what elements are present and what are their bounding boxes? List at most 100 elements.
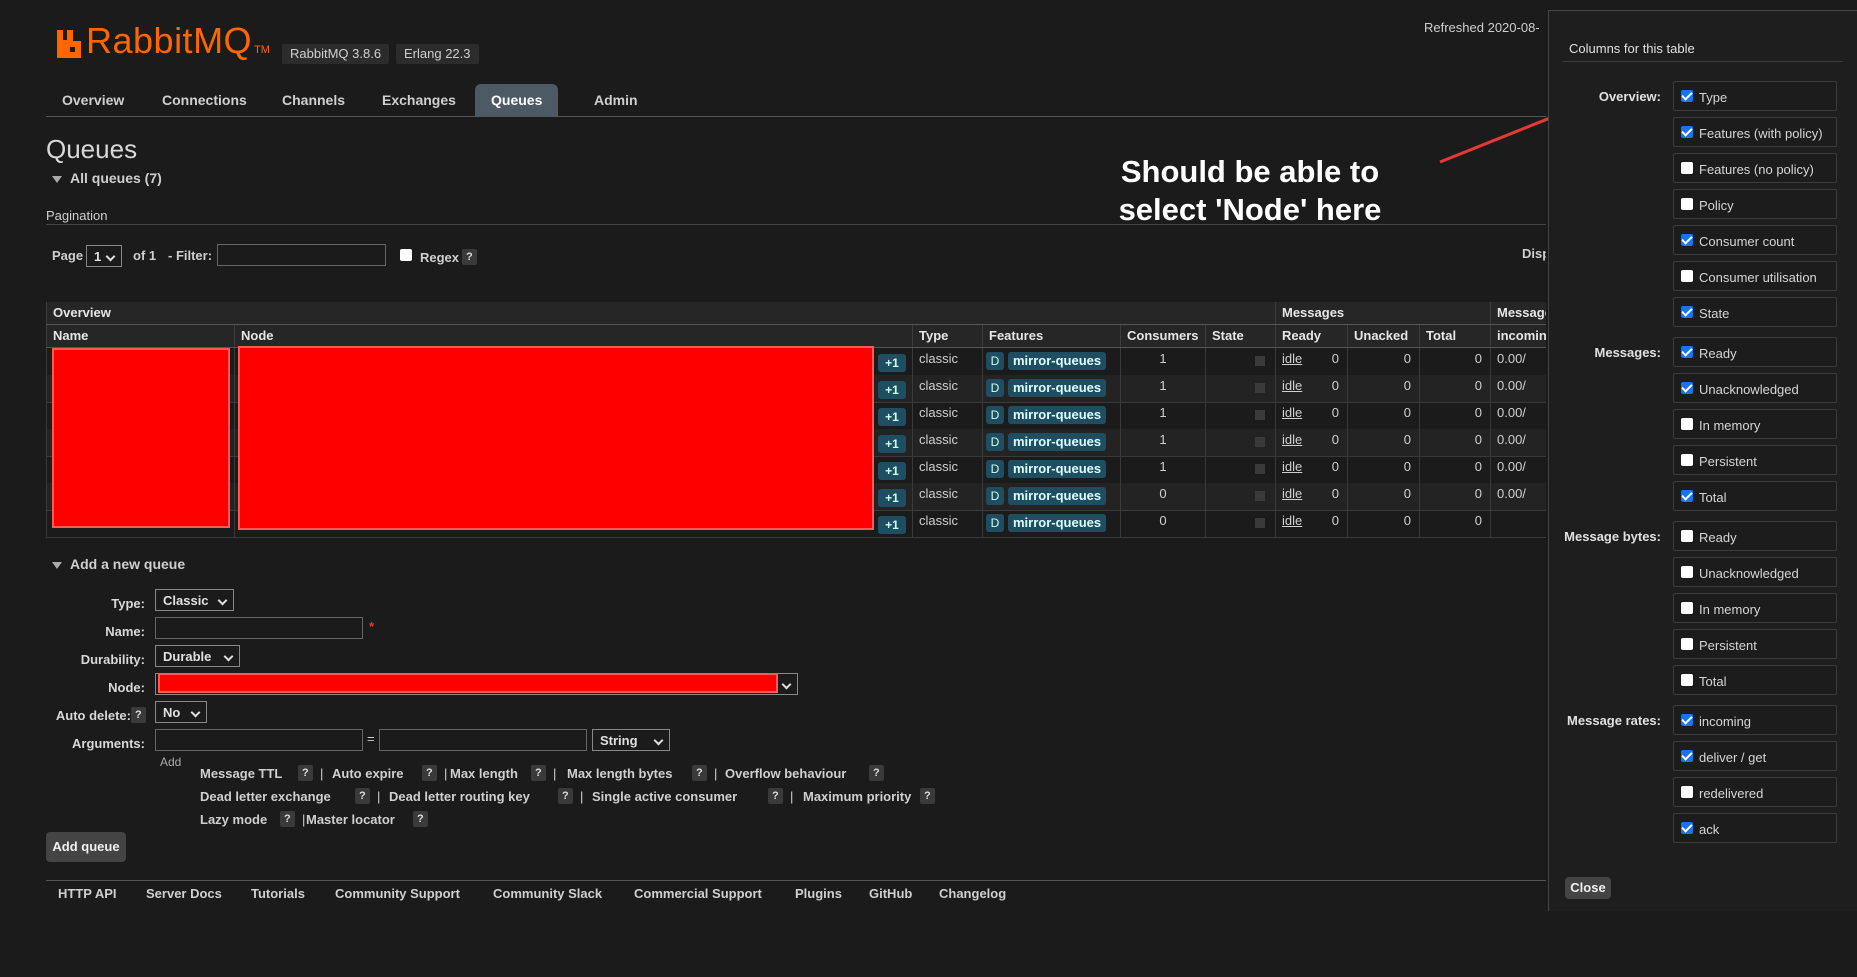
- auto-delete-select[interactable]: No: [155, 701, 207, 723]
- column-option[interactable]: Consumer count: [1673, 225, 1837, 255]
- mirror-count-badge[interactable]: +1: [878, 381, 906, 399]
- argument-type-select[interactable]: String: [592, 729, 670, 751]
- column-option[interactable]: Total: [1673, 481, 1837, 511]
- durability-select[interactable]: Durable: [155, 645, 240, 667]
- column-checkbox[interactable]: [1681, 234, 1693, 246]
- column-checkbox[interactable]: [1681, 418, 1693, 430]
- policy-badge[interactable]: mirror-queues: [1008, 433, 1107, 451]
- add-queue-button[interactable]: Add queue: [46, 832, 126, 862]
- column-checkbox[interactable]: [1681, 674, 1693, 686]
- argument-help-icon[interactable]: ?: [298, 765, 313, 781]
- tab-connections[interactable]: Connections: [146, 84, 263, 116]
- column-checkbox[interactable]: [1681, 198, 1693, 210]
- footer-link[interactable]: Plugins: [795, 886, 842, 901]
- col-type[interactable]: Type: [912, 325, 982, 347]
- col-unacked[interactable]: Unacked: [1347, 325, 1419, 347]
- column-checkbox[interactable]: [1681, 750, 1693, 762]
- argument-hint-link[interactable]: Auto expire: [332, 766, 404, 781]
- argument-help-icon[interactable]: ?: [768, 788, 783, 804]
- argument-hint-link[interactable]: Overflow behaviour: [725, 766, 846, 781]
- column-option[interactable]: In memory: [1673, 593, 1837, 623]
- queue-type-select[interactable]: Classic: [155, 589, 234, 611]
- footer-link[interactable]: Community Support: [335, 886, 460, 901]
- column-checkbox[interactable]: [1681, 530, 1693, 542]
- column-checkbox[interactable]: [1681, 822, 1693, 834]
- col-node[interactable]: Node: [234, 325, 912, 347]
- argument-help-icon[interactable]: ?: [692, 765, 707, 781]
- column-option[interactable]: Unacknowledged: [1673, 557, 1837, 587]
- col-total[interactable]: Total: [1419, 325, 1490, 347]
- column-checkbox[interactable]: [1681, 270, 1693, 282]
- policy-badge[interactable]: mirror-queues: [1008, 379, 1107, 397]
- column-option[interactable]: Persistent: [1673, 629, 1837, 659]
- policy-badge[interactable]: mirror-queues: [1008, 514, 1107, 532]
- argument-help-icon[interactable]: ?: [280, 811, 295, 827]
- argument-hint-link[interactable]: Master locator: [306, 812, 395, 827]
- argument-help-icon[interactable]: ?: [422, 765, 437, 781]
- footer-link[interactable]: GitHub: [869, 886, 912, 901]
- policy-badge[interactable]: mirror-queues: [1008, 487, 1107, 505]
- footer-link[interactable]: HTTP API: [58, 886, 117, 901]
- argument-key-input[interactable]: [155, 729, 363, 751]
- mirror-count-badge[interactable]: +1: [878, 435, 906, 453]
- tab-exchanges[interactable]: Exchanges: [366, 84, 472, 116]
- col-incoming[interactable]: incomin: [1490, 325, 1546, 347]
- column-option[interactable]: deliver / get: [1673, 741, 1837, 771]
- argument-help-icon[interactable]: ?: [355, 788, 370, 804]
- tab-overview[interactable]: Overview: [46, 84, 140, 116]
- argument-help-icon[interactable]: ?: [413, 811, 428, 827]
- col-state[interactable]: State: [1205, 325, 1275, 347]
- column-option[interactable]: Consumer utilisation: [1673, 261, 1837, 291]
- column-checkbox[interactable]: [1681, 786, 1693, 798]
- policy-badge[interactable]: mirror-queues: [1008, 460, 1107, 478]
- column-checkbox[interactable]: [1681, 90, 1693, 102]
- column-option[interactable]: Type: [1673, 81, 1837, 111]
- footer-link[interactable]: Changelog: [939, 886, 1006, 901]
- mirror-count-badge[interactable]: +1: [878, 489, 906, 507]
- column-checkbox[interactable]: [1681, 714, 1693, 726]
- footer-link[interactable]: Commercial Support: [634, 886, 762, 901]
- regex-checkbox[interactable]: [400, 249, 412, 261]
- column-option[interactable]: Ready: [1673, 337, 1837, 367]
- argument-help-icon[interactable]: ?: [869, 765, 884, 781]
- footer-link[interactable]: Server Docs: [146, 886, 222, 901]
- filter-input[interactable]: [217, 244, 386, 266]
- footer-link[interactable]: Tutorials: [251, 886, 305, 901]
- policy-badge[interactable]: mirror-queues: [1008, 406, 1107, 424]
- regex-help-icon[interactable]: ?: [462, 249, 477, 265]
- column-option[interactable]: Features (with policy): [1673, 117, 1837, 147]
- argument-hint-link[interactable]: Max length: [450, 766, 518, 781]
- column-checkbox[interactable]: [1681, 346, 1693, 358]
- column-checkbox[interactable]: [1681, 306, 1693, 318]
- all-queues-toggle[interactable]: All queues (7): [52, 170, 162, 186]
- column-option[interactable]: Policy: [1673, 189, 1837, 219]
- page-select[interactable]: 1: [86, 245, 122, 267]
- column-checkbox[interactable]: [1681, 566, 1693, 578]
- column-option[interactable]: State: [1673, 297, 1837, 327]
- queue-name-input[interactable]: [155, 617, 363, 639]
- column-checkbox[interactable]: [1681, 382, 1693, 394]
- argument-hint-link[interactable]: Dead letter routing key: [389, 789, 530, 804]
- argument-hint-link[interactable]: Dead letter exchange: [200, 789, 331, 804]
- column-checkbox[interactable]: [1681, 162, 1693, 174]
- mirror-count-badge[interactable]: +1: [878, 354, 906, 372]
- policy-badge[interactable]: mirror-queues: [1008, 352, 1107, 370]
- column-checkbox[interactable]: [1681, 602, 1693, 614]
- mirror-count-badge[interactable]: +1: [878, 516, 906, 534]
- mirror-count-badge[interactable]: +1: [878, 462, 906, 480]
- auto-delete-help-icon[interactable]: ?: [131, 707, 146, 723]
- tab-queues[interactable]: Queues: [475, 84, 559, 116]
- column-option[interactable]: Ready: [1673, 521, 1837, 551]
- argument-hint-link[interactable]: Max length bytes: [567, 766, 672, 781]
- column-option[interactable]: incoming: [1673, 705, 1837, 735]
- argument-hint-link[interactable]: Lazy mode: [200, 812, 267, 827]
- argument-value-input[interactable]: [379, 729, 587, 751]
- tab-admin[interactable]: Admin: [578, 84, 654, 116]
- argument-hint-link[interactable]: Single active consumer: [592, 789, 737, 804]
- column-checkbox[interactable]: [1681, 454, 1693, 466]
- column-checkbox[interactable]: [1681, 490, 1693, 502]
- column-option[interactable]: ack: [1673, 813, 1837, 843]
- column-option[interactable]: Total: [1673, 665, 1837, 695]
- column-option[interactable]: Unacknowledged: [1673, 373, 1837, 403]
- argument-help-icon[interactable]: ?: [558, 788, 573, 804]
